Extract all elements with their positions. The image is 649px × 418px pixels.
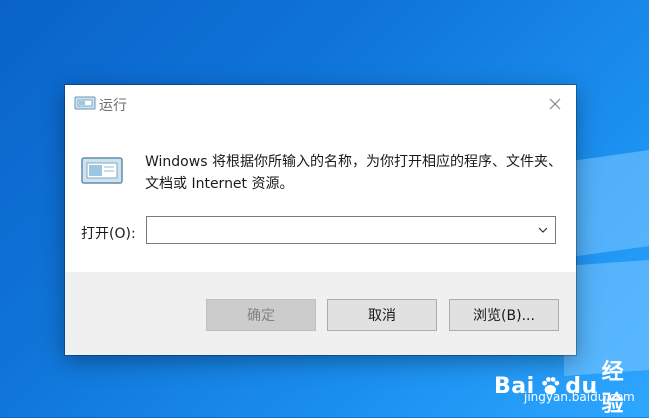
cancel-button[interactable]: 取消 xyxy=(327,299,437,331)
watermark-brand-cn: 经验 xyxy=(601,360,625,417)
ok-button[interactable]: 确定 xyxy=(206,299,316,331)
window-title: 运行 xyxy=(99,98,127,114)
open-input[interactable] xyxy=(147,217,539,243)
open-label: 打开(O): xyxy=(81,226,136,242)
watermark-logo: Bai du 经验 xyxy=(494,354,644,418)
chevron-down-icon[interactable] xyxy=(531,217,555,243)
open-combobox[interactable] xyxy=(146,216,556,244)
watermark-url: jingyan.baidu.com xyxy=(524,390,635,404)
dialog-description: Windows 将根据你所输入的名称，为你打开相应的程序、文件夹、文档或 Int… xyxy=(145,154,562,192)
close-icon[interactable] xyxy=(544,93,566,115)
baidu-watermark: Bai du 经验 jingyan.baidu.com xyxy=(494,350,644,417)
run-dialog: 运行 Windows 将根据你所输入的名称，为你打开相应的程序、文件夹、文档或 … xyxy=(65,85,576,355)
title-bar[interactable]: 运行 xyxy=(65,85,576,123)
run-icon xyxy=(81,157,123,184)
windows-logo-pane xyxy=(564,150,649,258)
browse-button[interactable]: 浏览(B)... xyxy=(449,299,559,331)
run-icon xyxy=(74,96,96,110)
button-bar: 确定 取消 浏览(B)... xyxy=(65,272,576,355)
